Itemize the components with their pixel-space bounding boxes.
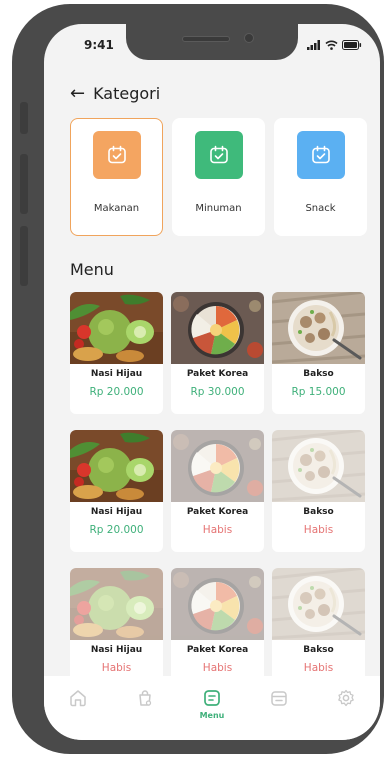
nav-home[interactable] xyxy=(58,688,98,708)
nasi-hijau-photo xyxy=(70,568,163,640)
menu-item-soldout: Habis xyxy=(303,524,334,536)
menu-item-image xyxy=(171,292,264,364)
menu-item-price: Rp 15.000 xyxy=(291,386,346,398)
menu-item-image xyxy=(70,292,163,364)
status-time: 9:41 xyxy=(84,38,114,52)
menu-item-name: Nasi Hijau xyxy=(90,645,143,655)
menu-card[interactable]: Nasi Hijau Rp 20.000 xyxy=(70,430,163,552)
menu-card[interactable]: Nasi Hijau Habis xyxy=(70,568,163,690)
menu-item-price: Rp 20.000 xyxy=(89,524,144,536)
calendar-check-icon xyxy=(210,145,228,164)
menu-card[interactable]: Bakso Rp 15.000 xyxy=(272,292,365,414)
category-makanan[interactable]: Makanan xyxy=(70,118,163,236)
category-label: Snack xyxy=(305,203,336,214)
menu-item-image xyxy=(171,430,264,502)
bakso-photo xyxy=(272,568,365,640)
menu-item-name: Paket Korea xyxy=(186,369,249,379)
menu-icon xyxy=(204,690,220,706)
menu-item-image xyxy=(272,568,365,640)
menu-item-name: Bakso xyxy=(303,507,334,517)
settings-icon xyxy=(338,689,355,707)
menu-item-soldout: Habis xyxy=(303,662,334,674)
menu-card[interactable]: Nasi Hijau Rp 20.000 xyxy=(70,292,163,414)
menu-card[interactable]: Bakso Habis xyxy=(272,568,365,690)
page-title: Kategori xyxy=(93,84,161,103)
menu-card[interactable]: Paket Korea Habis xyxy=(171,568,264,690)
menu-item-image xyxy=(171,568,264,640)
menu-item-name: Nasi Hijau xyxy=(90,369,143,379)
calendar-check-icon xyxy=(108,145,126,164)
menu-item-name: Paket Korea xyxy=(186,507,249,517)
calendar-icon xyxy=(271,691,287,706)
category-list: Makanan Minuman Snack xyxy=(70,118,367,236)
menu-item-image xyxy=(70,568,163,640)
back-arrow-icon[interactable]: ← xyxy=(70,84,85,103)
paket-korea-photo xyxy=(171,568,264,640)
volume-down-button xyxy=(20,226,28,286)
nav-menu-label: Menu xyxy=(199,711,225,720)
paket-korea-photo xyxy=(171,430,264,502)
menu-item-name: Bakso xyxy=(303,645,334,655)
battery-icon xyxy=(342,40,362,50)
menu-card[interactable]: Bakso Habis xyxy=(272,430,365,552)
bottom-nav: Menu xyxy=(44,676,380,740)
signal-icon xyxy=(307,40,320,50)
menu-item-image xyxy=(70,430,163,502)
nav-menu[interactable]: Menu xyxy=(192,688,232,720)
nav-bag[interactable] xyxy=(125,688,165,708)
category-icon-box xyxy=(297,131,345,179)
volume-up-button xyxy=(20,154,28,214)
menu-card[interactable]: Paket Korea Rp 30.000 xyxy=(171,292,264,414)
menu-item-soldout: Habis xyxy=(202,524,233,536)
wifi-icon xyxy=(325,40,338,50)
menu-section-title: Menu xyxy=(70,260,114,279)
menu-item-image xyxy=(272,292,365,364)
menu-item-price: Rp 30.000 xyxy=(190,386,245,398)
menu-item-image xyxy=(272,430,365,502)
mute-switch xyxy=(20,102,28,134)
menu-card[interactable]: Paket Korea Habis xyxy=(171,430,264,552)
menu-item-price: Rp 20.000 xyxy=(89,386,144,398)
menu-item-soldout: Habis xyxy=(101,662,132,674)
menu-item-soldout: Habis xyxy=(202,662,233,674)
status-bar: 9:41 xyxy=(44,38,380,58)
status-icons xyxy=(307,40,362,50)
nasi-hijau-photo xyxy=(70,430,163,502)
category-minuman[interactable]: Minuman xyxy=(172,118,265,236)
menu-item-name: Paket Korea xyxy=(186,645,249,655)
bag-icon xyxy=(139,690,151,706)
nav-calendar[interactable] xyxy=(259,688,299,708)
home-icon xyxy=(69,690,86,707)
bakso-photo xyxy=(272,430,365,502)
menu-item-name: Nasi Hijau xyxy=(90,507,143,517)
paket-korea-photo xyxy=(171,292,264,364)
calendar-check-icon xyxy=(312,145,330,164)
nasi-hijau-photo xyxy=(70,292,163,364)
category-label: Minuman xyxy=(195,203,242,214)
menu-item-name: Bakso xyxy=(303,369,334,379)
app-screen: 9:41 ← Kategori Makanan Minuman Snack Me… xyxy=(44,24,380,740)
category-label: Makanan xyxy=(93,203,140,214)
category-snack[interactable]: Snack xyxy=(274,118,367,236)
category-icon-box xyxy=(93,131,141,179)
page-header: ← Kategori xyxy=(70,84,160,103)
phone-frame: 9:41 ← Kategori Makanan Minuman Snack Me… xyxy=(12,4,384,754)
category-icon-box xyxy=(195,131,243,179)
bakso-photo xyxy=(272,292,365,364)
nav-settings[interactable] xyxy=(326,688,366,708)
